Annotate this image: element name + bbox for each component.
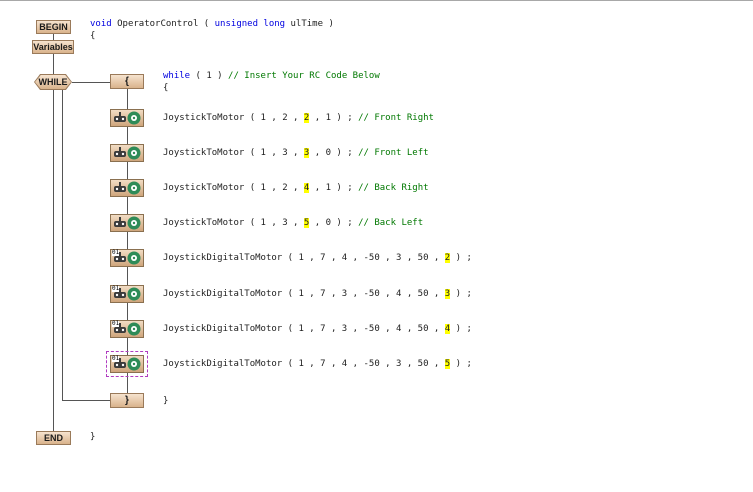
loop-open-brace-block[interactable]: { (110, 74, 144, 89)
keyword-while: while (163, 71, 191, 81)
code-comment: // Front Left (358, 148, 429, 158)
call-args-end: , 1 ) ; (309, 183, 359, 193)
flow-connector (53, 54, 54, 74)
while-statement: while ( 1 ) // Insert Your RC Code Below (163, 70, 380, 82)
begin-block[interactable]: BEGIN (36, 20, 71, 34)
end-block[interactable]: END (36, 431, 71, 445)
code-line: JoystickDigitalToMotor ( 1 , 7 , 4 , -50… (163, 252, 472, 264)
call-args-end: ) ; (450, 253, 472, 263)
code-line: JoystickToMotor ( 1 , 2 , 2 , 1 ) ; // F… (163, 112, 434, 124)
joystick-digital-to-motor-block[interactable]: 01 (110, 285, 144, 303)
code-line: JoystickDigitalToMotor ( 1 , 7 , 3 , -50… (163, 323, 472, 335)
variables-block[interactable]: Variables (32, 40, 74, 54)
keyword-type: unsigned long (214, 19, 286, 29)
joystick-to-motor-block[interactable] (110, 109, 144, 127)
loop-close-brace-block[interactable]: } (110, 393, 144, 408)
call-args-end: , 1 ) ; (309, 113, 359, 123)
while-comment: // Insert Your RC Code Below (228, 71, 380, 81)
function-call: JoystickDigitalToMotor ( 1 , 7 , 3 , -50… (163, 289, 445, 299)
loop-close-brace: } (163, 396, 169, 406)
code-comment: // Front Right (358, 113, 434, 123)
while-block[interactable]: WHILE (34, 74, 72, 90)
call-args-end: , 0 ) ; (309, 218, 359, 228)
flow-connector (53, 90, 54, 431)
joystick-to-motor-block[interactable] (110, 144, 144, 162)
function-call: JoystickDigitalToMotor ( 1 , 7 , 4 , -50… (163, 359, 445, 369)
code-line: JoystickToMotor ( 1 , 3 , 5 , 0 ) ; // B… (163, 217, 423, 229)
function-call: JoystickToMotor ( 1 , 3 , (163, 148, 304, 158)
joystick-digital-to-motor-block[interactable]: 01 (110, 320, 144, 338)
code-line: JoystickDigitalToMotor ( 1 , 7 , 3 , -50… (163, 288, 472, 300)
joystick-to-motor-block[interactable] (110, 179, 144, 197)
while-label: WHILE (35, 75, 71, 89)
loop-open-brace: { (163, 83, 169, 93)
loop-return-line (62, 400, 110, 401)
function-open-brace: { (90, 31, 96, 41)
function-call: JoystickToMotor ( 1 , 3 , (163, 218, 304, 228)
function-call: JoystickDigitalToMotor ( 1 , 7 , 4 , -50… (163, 253, 445, 263)
code-comment: // Back Left (358, 218, 424, 228)
flow-connector (72, 82, 110, 83)
digital-label: 01 (112, 249, 120, 256)
function-signature: void OperatorControl ( unsigned long ulT… (90, 18, 334, 30)
loop-body-connector (127, 89, 128, 393)
function-call: JoystickToMotor ( 1 , 2 , (163, 183, 304, 193)
call-args-end: ) ; (450, 359, 472, 369)
code-line: JoystickToMotor ( 1 , 2 , 4 , 1 ) ; // B… (163, 182, 429, 194)
digital-label: 01 (112, 285, 120, 292)
code-line: JoystickToMotor ( 1 , 3 , 3 , 0 ) ; // F… (163, 147, 429, 159)
digital-label: 01 (112, 320, 120, 327)
code-line: JoystickDigitalToMotor ( 1 , 7 , 4 , -50… (163, 358, 472, 370)
code-comment: // Back Right (358, 183, 429, 193)
function-name: OperatorControl ( (111, 19, 215, 29)
while-condition: ( 1 ) (190, 71, 229, 81)
call-args-end: ) ; (450, 324, 472, 334)
joystick-digital-to-motor-block[interactable]: 01 (110, 249, 144, 267)
function-param: ulTime ) (285, 19, 334, 29)
call-args-end: ) ; (450, 289, 472, 299)
call-args-end: , 0 ) ; (309, 148, 359, 158)
keyword-void: void (90, 19, 112, 29)
joystick-digital-to-motor-block[interactable]: 01 (106, 351, 148, 377)
loop-return-line (62, 90, 63, 400)
digital-label: 01 (112, 355, 120, 362)
function-call: JoystickDigitalToMotor ( 1 , 7 , 3 , -50… (163, 324, 445, 334)
joystick-to-motor-block[interactable] (110, 214, 144, 232)
function-close-brace: } (90, 432, 96, 442)
function-call: JoystickToMotor ( 1 , 2 , (163, 113, 304, 123)
